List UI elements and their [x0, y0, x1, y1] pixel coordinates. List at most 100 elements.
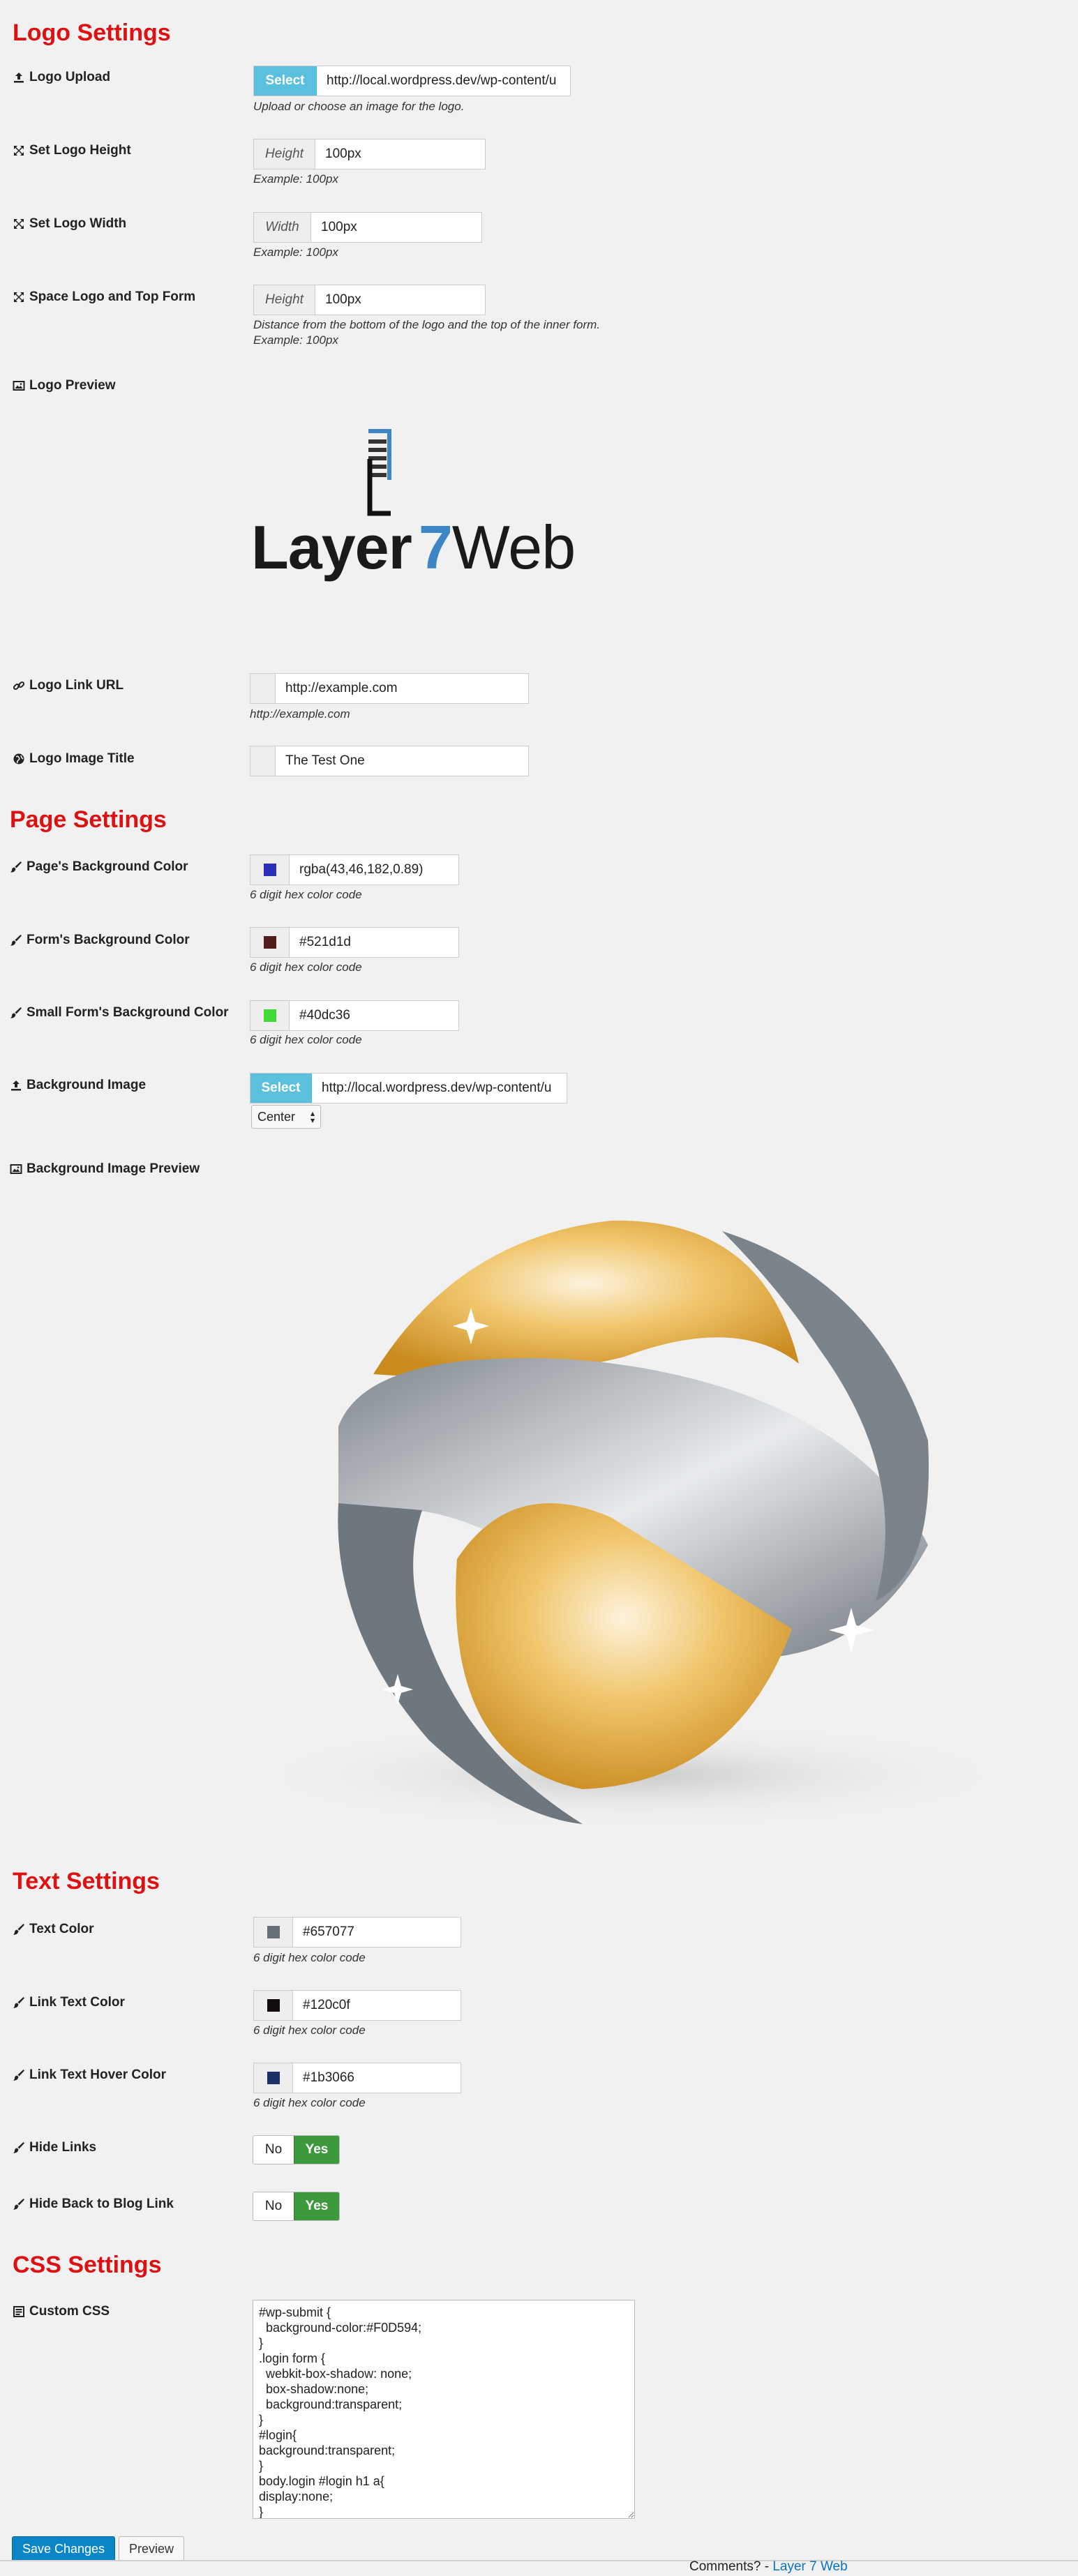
- color-swatch: [263, 936, 276, 949]
- logo-title-label: Logo Image Title: [13, 751, 135, 767]
- form-bg-label: Form's Background Color: [10, 933, 190, 948]
- logo-title-addon: [250, 746, 276, 776]
- link-hover-help: 6 digit hex color code: [253, 2096, 366, 2109]
- bg-position-value: Center: [257, 1109, 296, 1124]
- resize-icon: [14, 146, 24, 156]
- logo-width-help: Example: 100px: [253, 246, 338, 259]
- text-settings-title: Text Settings: [13, 1868, 160, 1895]
- logo-preview-label: Logo Preview: [13, 378, 116, 393]
- logo-width-input[interactable]: 100px: [311, 213, 481, 242]
- link-hover-swatch-addon[interactable]: [254, 2063, 293, 2093]
- link-color-swatch-addon[interactable]: [254, 1991, 293, 2020]
- color-swatch: [263, 1009, 276, 1022]
- color-swatch: [263, 864, 276, 876]
- paintbrush-icon: [13, 2199, 24, 2210]
- bg-url-input[interactable]: http://local.wordpress.dev/wp-content/u: [312, 1074, 567, 1103]
- page-bg-input[interactable]: rgba(43,46,182,0.89): [290, 855, 458, 884]
- footer-text: Comments? -: [689, 2559, 773, 2574]
- upload-icon: [11, 1080, 21, 1091]
- hide-back-label: Hide Back to Blog Link: [13, 2197, 174, 2212]
- save-changes-button[interactable]: Save Changes: [12, 2536, 115, 2561]
- bg-preview-label: Background Image Preview: [10, 1161, 200, 1177]
- logo-upload-field: Select http://local.wordpress.dev/wp-con…: [253, 66, 571, 96]
- logo-title-input[interactable]: The Test One: [276, 746, 528, 776]
- paintbrush-icon: [10, 861, 22, 873]
- bg-image-label: Background Image: [10, 1078, 146, 1093]
- logo-link-label: Logo Link URL: [13, 678, 123, 693]
- form-bg-help: 6 digit hex color code: [250, 961, 362, 974]
- logo-word-web: Web: [451, 513, 576, 582]
- logo-height-input[interactable]: 100px: [315, 140, 485, 169]
- logo-upload-label: Logo Upload: [13, 70, 110, 85]
- text-color-label: Text Color: [13, 1922, 94, 1937]
- small-form-bg-label: Small Form's Background Color: [10, 1005, 229, 1020]
- height-addon: Height: [254, 285, 315, 315]
- link-hover-input[interactable]: #1b3066: [293, 2063, 461, 2093]
- code-icon: [13, 2306, 24, 2317]
- link-hover-field: #1b3066: [253, 2063, 461, 2093]
- logo-link-input[interactable]: http://example.com: [276, 674, 528, 703]
- text-color-help: 6 digit hex color code: [253, 1951, 366, 1964]
- logo-height-help: Example: 100px: [253, 172, 338, 186]
- hide-links-label: Hide Links: [13, 2140, 96, 2155]
- link-color-label: Link Text Color: [13, 1995, 125, 2010]
- paintbrush-icon: [13, 2142, 24, 2153]
- logo-select-button[interactable]: Select: [254, 66, 317, 96]
- paintbrush-icon: [13, 1997, 24, 2008]
- footer-divider: [0, 2560, 1078, 2561]
- logo-width-label: Set Logo Width: [13, 216, 126, 232]
- paintbrush-icon: [10, 935, 22, 946]
- space-logo-field: Height 100px: [253, 285, 486, 315]
- link-hover-label: Link Text Hover Color: [13, 2067, 166, 2083]
- space-logo-input[interactable]: 100px: [315, 285, 485, 315]
- page-settings-title: Page Settings: [10, 806, 167, 833]
- form-bg-field: #521d1d: [250, 927, 459, 958]
- link-color-field: #120c0f: [253, 1990, 461, 2021]
- text-color-swatch-addon[interactable]: [254, 1918, 293, 1947]
- hide-back-yes[interactable]: Yes: [294, 2192, 339, 2220]
- bg-select-button[interactable]: Select: [250, 1074, 312, 1103]
- space-logo-label: Space Logo and Top Form: [13, 289, 195, 305]
- form-bg-swatch-addon[interactable]: [250, 928, 290, 957]
- logo-link-help: http://example.com: [250, 707, 350, 721]
- hide-links-no[interactable]: No: [253, 2136, 294, 2164]
- logo-url-input[interactable]: http://local.wordpress.dev/wp-content/u: [317, 66, 570, 96]
- hide-links-yes[interactable]: Yes: [294, 2136, 339, 2164]
- logo-word-layer: Layer: [251, 513, 412, 582]
- logo-upload-help: Upload or choose an image for the logo.: [253, 100, 465, 113]
- page-bg-label: Page's Background Color: [10, 859, 188, 875]
- logo-height-field: Height 100px: [253, 139, 486, 170]
- small-form-bg-help: 6 digit hex color code: [250, 1033, 362, 1046]
- bg-preview-image: [248, 1210, 1015, 1838]
- space-logo-example: Example: 100px: [253, 333, 338, 347]
- sphere-graphic: [255, 1220, 1008, 1828]
- page-bg-field: rgba(43,46,182,0.89): [250, 854, 459, 885]
- bg-image-field: Select http://local.wordpress.dev/wp-con…: [250, 1073, 567, 1104]
- logo-title-field: The Test One: [250, 746, 529, 776]
- small-form-bg-swatch-addon[interactable]: [250, 1001, 290, 1030]
- small-form-bg-input[interactable]: #40dc36: [290, 1001, 458, 1030]
- logo-height-label: Set Logo Height: [13, 143, 131, 158]
- text-color-input[interactable]: #657077: [293, 1918, 461, 1947]
- link-color-input[interactable]: #120c0f: [293, 1991, 461, 2020]
- space-logo-help: Distance from the bottom of the logo and…: [253, 318, 601, 331]
- page-bg-swatch-addon[interactable]: [250, 855, 290, 884]
- select-arrows-icon: ▴ ▾: [310, 1108, 315, 1125]
- custom-css-textarea[interactable]: [253, 2300, 635, 2519]
- height-addon: Height: [254, 140, 315, 169]
- link-icon: [13, 681, 25, 691]
- footer-link[interactable]: Layer 7 Web: [772, 2559, 847, 2574]
- color-swatch: [267, 1926, 280, 1938]
- form-bg-input[interactable]: #521d1d: [290, 928, 458, 957]
- logo-settings-title: Logo Settings: [13, 20, 171, 46]
- width-addon: Width: [254, 213, 311, 242]
- color-swatch: [267, 2072, 280, 2084]
- preview-button[interactable]: Preview: [119, 2536, 184, 2561]
- paintbrush-icon: [10, 1007, 22, 1018]
- bg-position-select[interactable]: Center ▴ ▾: [251, 1105, 321, 1129]
- text-color-field: #657077: [253, 1917, 461, 1948]
- upload-icon: [14, 73, 24, 83]
- small-form-bg-field: #40dc36: [250, 1000, 459, 1031]
- hide-back-no[interactable]: No: [253, 2192, 294, 2220]
- link-color-help: 6 digit hex color code: [253, 2024, 366, 2037]
